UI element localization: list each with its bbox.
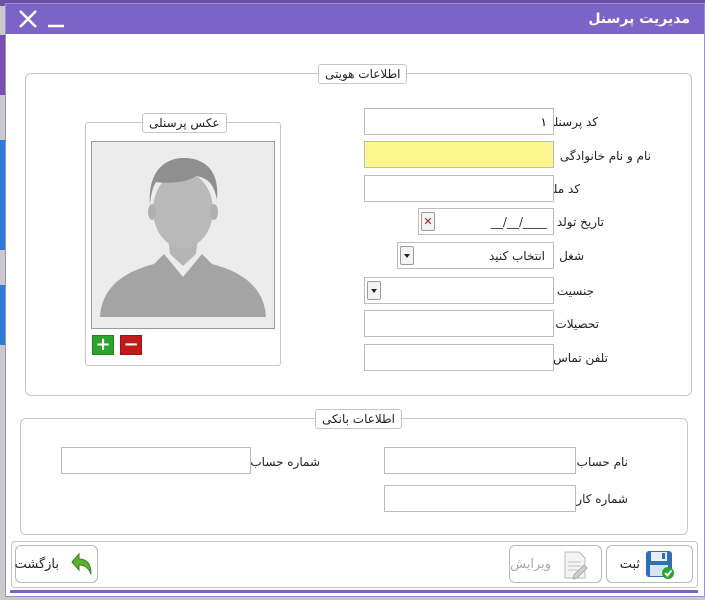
clear-x-icon: ✕ — [423, 215, 433, 228]
remove-photo-button[interactable]: − — [120, 335, 142, 355]
birth-date-label: تاریخ تولد — [556, 215, 604, 229]
education-input[interactable] — [364, 310, 554, 337]
minimize-icon — [48, 24, 64, 28]
title-bar: مدیریت پرسنل — [6, 4, 704, 34]
save-button[interactable]: ثبت — [606, 545, 693, 583]
job-selected-value: انتخاب کنید — [488, 249, 545, 263]
back-arrow-icon — [71, 552, 92, 575]
bank-legend: اطلاعات بانکی — [315, 409, 402, 429]
minimize-button[interactable] — [44, 7, 68, 31]
account-name-input[interactable] — [384, 447, 576, 474]
job-dropdown-arrow-icon[interactable] — [400, 246, 414, 265]
person-avatar-icon — [92, 142, 274, 328]
card-number-input[interactable] — [384, 485, 576, 512]
account-number-input[interactable] — [61, 447, 251, 474]
minus-icon: − — [123, 334, 139, 355]
birth-date-input[interactable]: ✕ __/__/____ — [418, 208, 554, 235]
edit-button[interactable]: ویرایش — [509, 545, 602, 583]
full-name-label: نام و نام خانوادگی — [559, 149, 651, 163]
close-button[interactable] — [16, 7, 40, 31]
identity-legend: اطلاعات هویتی — [318, 64, 408, 84]
save-button-label: ثبت — [619, 557, 640, 572]
personnel-code-input[interactable] — [364, 108, 554, 135]
phone-label: تلفن تماس — [553, 351, 608, 365]
full-name-input[interactable] — [364, 141, 554, 168]
account-number-label: شماره حساب — [250, 455, 320, 469]
education-label: تحصیلات — [555, 317, 599, 331]
plus-icon: + — [95, 334, 111, 355]
job-select[interactable]: انتخاب کنید — [397, 242, 554, 269]
gender-label: جنسیت — [556, 284, 594, 298]
add-photo-button[interactable]: + — [92, 335, 114, 355]
job-label: شغل — [559, 249, 584, 263]
bottom-accent-line — [10, 590, 698, 593]
clear-date-button[interactable]: ✕ — [421, 212, 435, 231]
gender-select[interactable] — [364, 277, 554, 304]
phone-input[interactable] — [364, 344, 554, 371]
back-button[interactable]: بازگشت — [15, 545, 98, 583]
birth-date-mask: __/__/____ — [490, 215, 547, 229]
close-icon — [19, 10, 37, 28]
photo-legend: عکس پرسنلی — [142, 113, 227, 133]
gender-dropdown-arrow-icon[interactable] — [367, 281, 381, 300]
edit-button-label: ویرایش — [510, 557, 551, 572]
window-title: مدیریت پرسنل — [588, 11, 690, 27]
bank-group: اطلاعات بانکی — [20, 409, 688, 535]
personnel-dialog: مدیریت پرسنل اطلاعات هویتی کد پرسنلی نام… — [5, 3, 705, 597]
national-id-input[interactable] — [364, 175, 554, 202]
floppy-disk-icon — [646, 551, 674, 579]
back-button-label: بازگشت — [14, 557, 59, 572]
personnel-photo[interactable] — [91, 141, 275, 329]
account-name-label: نام حساب — [576, 455, 628, 469]
edit-document-icon — [564, 551, 588, 580]
